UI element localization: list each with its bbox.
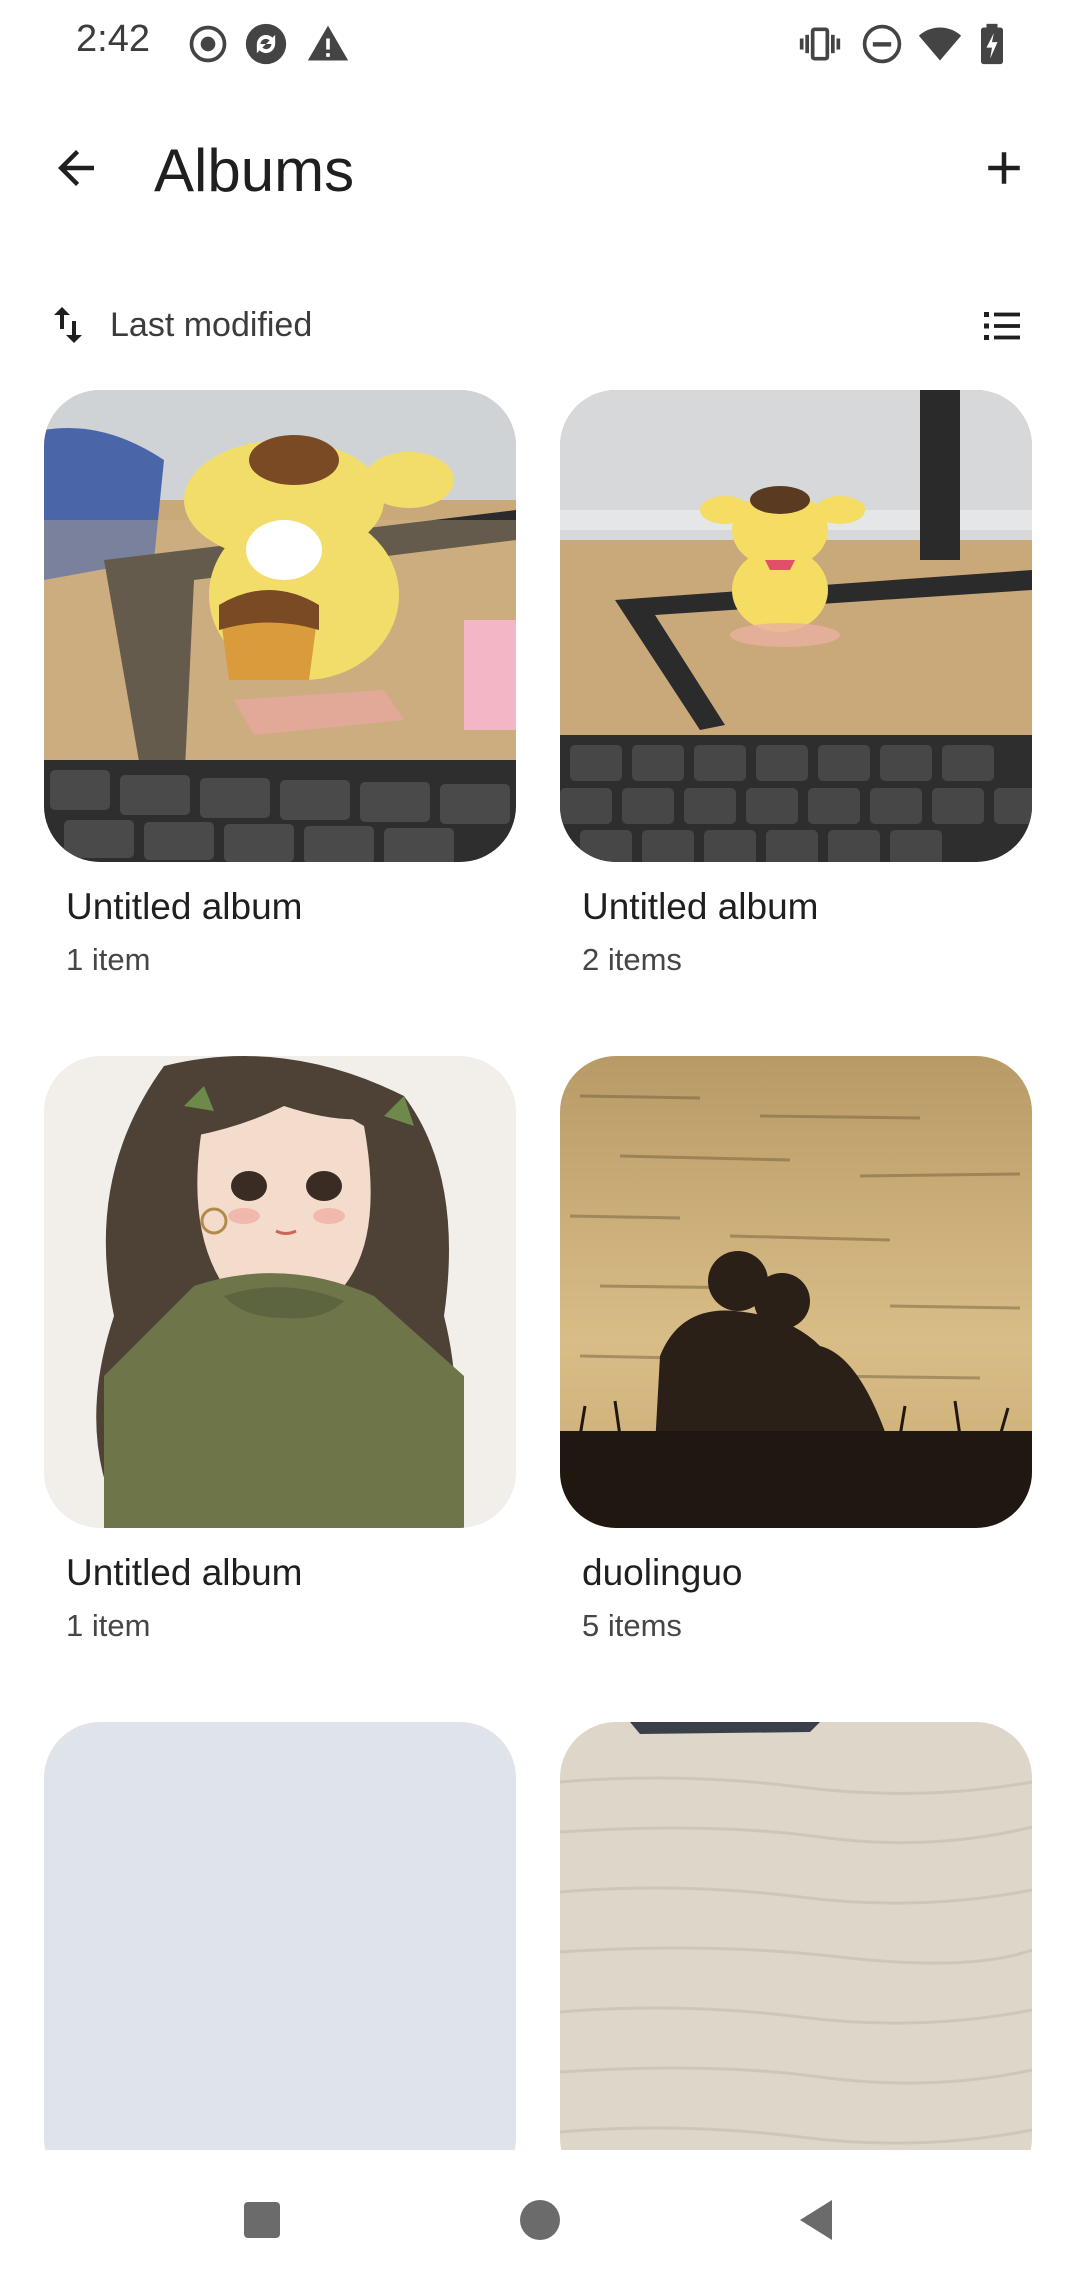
view-toggle-button[interactable]: [966, 290, 1038, 362]
album-card[interactable]: Untitled album 2 items: [560, 390, 1032, 978]
home-circle-icon: [520, 2200, 560, 2240]
album-thumbnail: [560, 1722, 1032, 2150]
album-card[interactable]: [44, 1722, 516, 2150]
recents-button[interactable]: [222, 2180, 302, 2260]
recents-square-icon: [244, 2202, 280, 2238]
status-time: 2:42: [76, 18, 150, 60]
page-title: Albums: [154, 137, 355, 204]
add-album-button[interactable]: [956, 120, 1052, 216]
warning-icon: [306, 22, 350, 66]
system-back-button[interactable]: [778, 2180, 858, 2260]
album-thumbnail: [44, 1056, 516, 1528]
album-title: Untitled album: [66, 1552, 303, 1593]
album-count: 1 item: [66, 1608, 151, 1643]
album-thumbnail: [44, 390, 516, 862]
album-thumbnail: [560, 1056, 1032, 1528]
album-card[interactable]: Untitled album 1 item: [44, 1056, 516, 1644]
back-triangle-icon: [800, 2200, 832, 2240]
swap-vert-icon: [44, 301, 92, 349]
list-view-icon: [984, 312, 1020, 340]
sync-icon: [244, 22, 288, 66]
album-title: duolinguo: [582, 1552, 743, 1593]
wifi-icon: [918, 22, 962, 66]
screen: 2:42 Albums Last modified Untitled album…: [0, 0, 1080, 2280]
plus-icon: [988, 152, 1020, 184]
album-card[interactable]: [560, 1722, 1032, 2150]
album-thumbnail-placeholder: [44, 1722, 516, 2150]
album-count: 1 item: [66, 942, 151, 977]
album-title: Untitled album: [582, 886, 819, 927]
sort-label: Last modified: [110, 305, 313, 344]
album-grid: Untitled album 1 item Untitled album 2 i…: [44, 390, 1036, 2150]
system-nav-bar: [0, 2150, 1080, 2280]
album-title: Untitled album: [66, 886, 303, 927]
record-icon: [186, 22, 230, 66]
album-card[interactable]: duolinguo 5 items: [560, 1056, 1032, 1644]
back-button[interactable]: [28, 120, 124, 216]
album-card[interactable]: Untitled album 1 item: [44, 390, 516, 978]
status-bar: 2:42: [0, 0, 1080, 90]
sort-button[interactable]: Last modified: [44, 290, 312, 360]
vibrate-icon: [798, 22, 842, 66]
battery-charging-icon: [970, 22, 1014, 66]
home-button[interactable]: [500, 2180, 580, 2260]
album-thumbnail: [560, 390, 1032, 862]
arrow-back-icon: [58, 150, 94, 186]
do-not-disturb-icon: [860, 22, 904, 66]
app-bar: Albums: [0, 120, 1080, 230]
album-count: 5 items: [582, 1608, 682, 1643]
album-count: 2 items: [582, 942, 682, 977]
